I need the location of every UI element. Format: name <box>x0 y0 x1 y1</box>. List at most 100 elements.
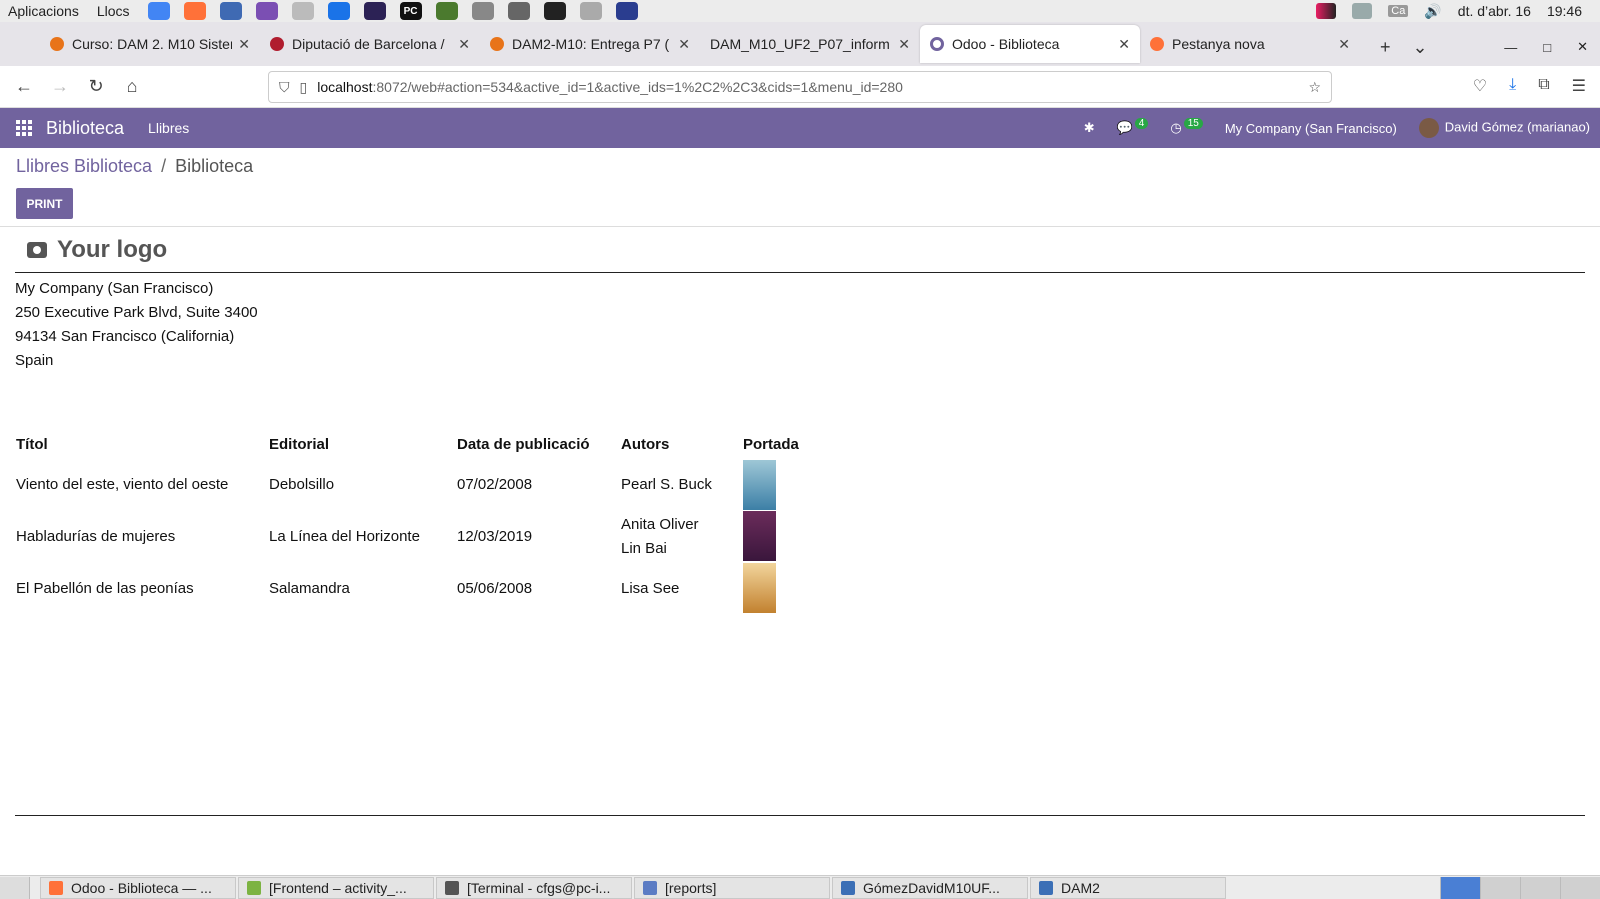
breadcrumb-parent-link[interactable]: Llibres Biblioteca <box>16 156 152 176</box>
user-menu[interactable]: David Gómez (marianao) <box>1418 118 1590 138</box>
report-header-rule <box>15 272 1585 273</box>
messages-icon[interactable]: 💬 4 <box>1117 118 1149 136</box>
maximize-icon[interactable]: □ <box>1543 40 1551 55</box>
browser-tab-strip: Curso: DAM 2. M10 Sistem ✕ Diputació de … <box>0 22 1600 66</box>
downloads-icon[interactable]: ⤓ <box>1509 76 1516 96</box>
chrome-icon[interactable] <box>147 2 170 20</box>
hexagon-app-icon[interactable] <box>255 2 278 20</box>
taskbar-window-label: [Frontend – activity_... <box>269 879 407 896</box>
tab-title: DAM_M10_UF2_P07_inform <box>710 36 890 52</box>
logo-text: Your logo <box>57 236 168 263</box>
column-header-publisher: Editorial <box>269 436 330 453</box>
hamburger-menu-icon[interactable]: ☰ <box>1572 76 1586 96</box>
globe-app-icon[interactable] <box>615 2 638 20</box>
cell-publisher: Debolsillo <box>269 476 335 493</box>
tab-list-chevron-down-icon[interactable]: ⌄ <box>1413 37 1428 58</box>
forward-icon[interactable]: → <box>42 76 78 97</box>
column-header-date: Data de publicació <box>457 436 590 453</box>
company-switcher[interactable]: My Company (San Francisco) <box>1225 121 1397 136</box>
scanner-icon[interactable] <box>471 2 494 20</box>
back-icon[interactable]: ← <box>6 76 42 97</box>
taskbar-window-button[interactable]: [reports] <box>634 876 830 899</box>
address-line: My Company (San Francisco) <box>15 280 214 297</box>
tab-close-icon[interactable]: ✕ <box>1338 36 1350 53</box>
printer-icon[interactable] <box>579 2 602 20</box>
browser-tab[interactable]: Curso: DAM 2. M10 Sistem ✕ <box>40 25 260 63</box>
android-studio-icon[interactable] <box>327 2 350 20</box>
cell-author: Lin Bai <box>621 540 667 557</box>
apps-menu[interactable]: Aplicacions <box>8 3 79 19</box>
workspace-switcher-1[interactable] <box>1440 876 1480 899</box>
column-header-authors: Autors <box>621 436 670 453</box>
bookmark-star-icon[interactable]: ☆ <box>1308 79 1321 96</box>
minimize-icon[interactable]: — <box>1504 40 1517 55</box>
vmware-icon[interactable] <box>507 2 530 20</box>
firefox-icon[interactable] <box>183 2 206 20</box>
odoo-main-navbar: Biblioteca Llibres ✱ 💬 4 ◷ 15 My Company (… <box>0 108 1600 148</box>
cell-date: 12/03/2019 <box>457 528 533 545</box>
eclipse-icon[interactable] <box>363 2 386 20</box>
taskbar-window-label: DAM2 <box>1061 879 1100 896</box>
folder-icon <box>643 880 657 895</box>
browser-tab[interactable]: DAM2-M10: Entrega P7 ( ✕ <box>480 25 700 63</box>
tab-favicon-icon <box>490 37 504 51</box>
page-info-icon[interactable]: ▯ <box>300 79 308 96</box>
new-tab-icon[interactable]: + <box>1380 37 1391 58</box>
taskbar-window-button[interactable]: [Terminal - cfgs@pc-i... <box>436 876 632 899</box>
extensions-icon[interactable]: ⧉ <box>1538 76 1549 96</box>
volume-icon[interactable]: 🔊 <box>1424 3 1441 20</box>
android-studio-icon <box>247 880 261 895</box>
app-brand[interactable]: Biblioteca <box>46 118 124 139</box>
address-line: 250 Executive Park Blvd, Suite 3400 <box>15 304 258 321</box>
printer-app-icon[interactable] <box>291 2 314 20</box>
browser-tab[interactable]: Pestanya nova ✕ <box>1140 25 1360 63</box>
taskbar-window-button[interactable]: [Frontend – activity_... <box>238 876 434 899</box>
debug-bug-icon[interactable]: ✱ <box>1084 120 1095 136</box>
taskbar-window-button[interactable]: GómezDavidM10UF... <box>832 876 1028 899</box>
tab-close-icon[interactable]: ✕ <box>898 36 910 53</box>
places-menu[interactable]: Llocs <box>97 3 130 19</box>
cell-author: Pearl S. Buck <box>621 476 712 493</box>
camera-icon <box>27 242 47 258</box>
tab-close-icon[interactable]: ✕ <box>1118 36 1130 53</box>
virtualbox-icon[interactable] <box>219 2 242 20</box>
menu-item-llibres[interactable]: Llibres <box>148 120 189 136</box>
divider <box>0 226 1600 227</box>
workspace-switcher-4[interactable] <box>1560 876 1600 899</box>
clock-time[interactable]: 19:46 <box>1547 3 1582 19</box>
cell-date: 05/06/2008 <box>457 580 533 597</box>
show-desktop-icon[interactable] <box>0 876 30 899</box>
tray-app-icon[interactable] <box>1316 3 1337 19</box>
tab-close-icon[interactable]: ✕ <box>238 36 250 53</box>
activities-clock-icon[interactable]: ◷ 15 <box>1170 118 1203 136</box>
workspace-switcher-3[interactable] <box>1520 876 1560 899</box>
browser-tab[interactable]: Diputació de Barcelona / ✕ <box>260 25 480 63</box>
workspace-switcher-2[interactable] <box>1480 876 1520 899</box>
terminal-icon[interactable] <box>543 2 566 20</box>
home-icon[interactable]: ⌂ <box>114 76 150 97</box>
keyboard-lang-indicator[interactable]: Ca <box>1388 5 1409 17</box>
tray-tool-icon[interactable] <box>1352 3 1373 19</box>
tab-favicon-icon <box>1150 37 1164 51</box>
taskbar-window-label: Odoo - Biblioteca — ... <box>71 879 212 896</box>
pycharm-icon[interactable]: PC <box>399 2 422 20</box>
pocket-icon[interactable]: ♡ <box>1473 76 1487 96</box>
tab-favicon-icon <box>930 37 944 51</box>
close-window-icon[interactable]: ✕ <box>1577 39 1588 55</box>
reload-icon[interactable]: ↻ <box>78 76 114 97</box>
taskbar-window-button[interactable]: DAM2 <box>1030 876 1226 899</box>
browser-tab[interactable]: DAM_M10_UF2_P07_inform ✕ <box>700 25 920 63</box>
print-button[interactable]: PRINT <box>16 188 73 219</box>
address-bar[interactable]: ⛉ ▯ localhost:8072/web#action=534&active… <box>268 71 1332 103</box>
url-host: localhost <box>317 79 373 95</box>
apps-grid-icon[interactable] <box>16 120 32 136</box>
browser-tab-active[interactable]: Odoo - Biblioteca ✕ <box>920 25 1140 63</box>
shield-icon[interactable]: ⛉ <box>279 79 290 96</box>
editor-icon[interactable] <box>435 2 458 20</box>
taskbar-window-button[interactable]: Odoo - Biblioteca — ... <box>40 876 236 899</box>
clock-date[interactable]: dt. d’abr. 16 <box>1458 3 1531 19</box>
tab-close-icon[interactable]: ✕ <box>458 36 470 53</box>
tab-close-icon[interactable]: ✕ <box>678 36 690 53</box>
browser-toolbar: ← → ↻ ⌂ ⛉ ▯ localhost:8072/web#action=53… <box>0 66 1600 108</box>
tab-title: Pestanya nova <box>1172 36 1265 52</box>
